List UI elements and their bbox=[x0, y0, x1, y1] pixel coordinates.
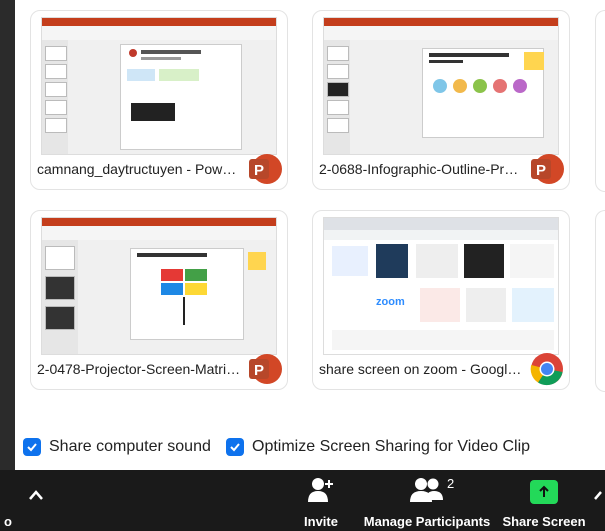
share-screen-icon bbox=[530, 480, 558, 504]
share-source-card[interactable]: 2-0478-Projector-Screen-Matrix-... P bbox=[30, 210, 288, 390]
add-user-icon bbox=[308, 478, 333, 502]
svg-text:P: P bbox=[254, 162, 264, 179]
participants-icon bbox=[410, 478, 443, 502]
window-thumbnail bbox=[323, 17, 559, 155]
invite-label: Invite bbox=[304, 514, 338, 529]
card-title: share screen on zoom - Google T... bbox=[319, 361, 524, 377]
window-thumbnail bbox=[41, 217, 277, 355]
optimize-video-checkbox[interactable] bbox=[226, 438, 244, 456]
card-title: camnang_daytructuyen - PowerP... bbox=[37, 161, 242, 177]
card-title: 2-0688-Infographic-Outline-Proc... bbox=[319, 161, 524, 177]
share-sound-checkbox[interactable] bbox=[23, 438, 41, 456]
powerpoint-icon: P bbox=[247, 351, 283, 387]
share-source-card[interactable]: zoom share screen on zoom - Google T... bbox=[312, 210, 570, 390]
share-sound-label: Share computer sound bbox=[49, 438, 211, 455]
powerpoint-icon: P bbox=[529, 151, 565, 187]
share-window-picker: camnang_daytructuyen - PowerP... P 2-068… bbox=[15, 0, 605, 470]
optimize-video-option[interactable]: Optimize Screen Sharing for Video Clip bbox=[226, 438, 530, 456]
chevron-up-icon[interactable] bbox=[594, 488, 605, 506]
chevron-up-icon[interactable] bbox=[28, 488, 44, 506]
share-screen-button[interactable]: Share Screen bbox=[502, 470, 586, 531]
partial-card bbox=[595, 10, 605, 192]
share-source-card[interactable]: 2-0688-Infographic-Outline-Proc... P bbox=[312, 10, 570, 190]
left-dark-strip bbox=[0, 0, 15, 470]
partial-card bbox=[595, 210, 605, 392]
powerpoint-icon: P bbox=[247, 151, 283, 187]
card-title: 2-0478-Projector-Screen-Matrix-... bbox=[37, 361, 242, 377]
participants-count: 2 bbox=[447, 476, 455, 491]
share-screen-label: Share Screen bbox=[502, 514, 586, 529]
window-thumbnail: zoom bbox=[323, 217, 559, 355]
meeting-toolbar: o Invite 2 Manage Participants Share Scr… bbox=[0, 470, 605, 531]
toolbar-left-text: o bbox=[4, 514, 12, 529]
chrome-icon bbox=[529, 351, 565, 387]
manage-participants-label: Manage Participants bbox=[363, 514, 491, 529]
svg-text:P: P bbox=[254, 362, 264, 379]
share-source-card[interactable]: camnang_daytructuyen - PowerP... P bbox=[30, 10, 288, 190]
optimize-video-label: Optimize Screen Sharing for Video Clip bbox=[252, 438, 531, 455]
share-sound-option[interactable]: Share computer sound bbox=[23, 438, 211, 456]
svg-text:P: P bbox=[536, 162, 546, 179]
invite-button[interactable]: Invite bbox=[300, 470, 342, 531]
window-thumbnail bbox=[41, 17, 277, 155]
manage-participants-button[interactable]: 2 Manage Participants bbox=[362, 470, 492, 531]
